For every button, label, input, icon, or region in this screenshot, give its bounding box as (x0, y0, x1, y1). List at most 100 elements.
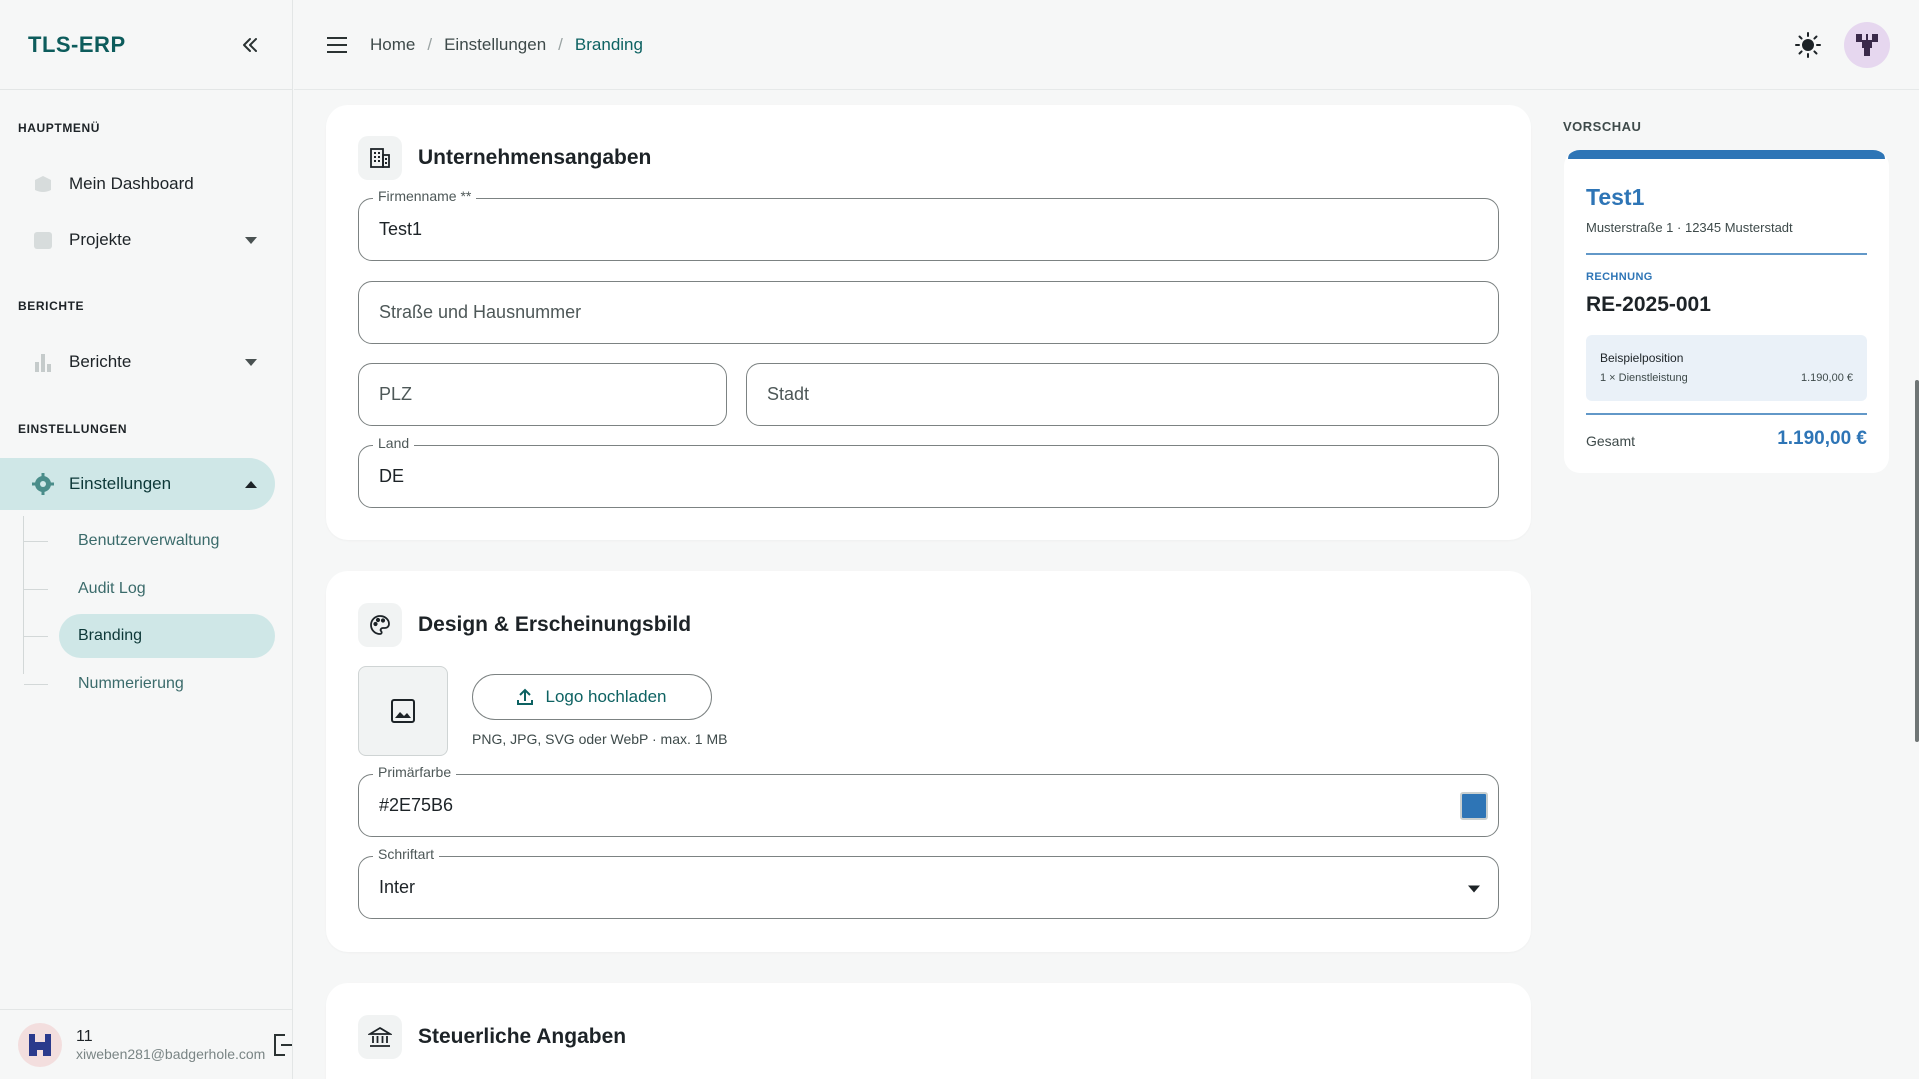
card-title: Design & Erscheinungsbild (418, 613, 692, 636)
preview-label: VORSCHAU (1563, 119, 1642, 134)
field-placeholder: Straße und Hausnummer (379, 302, 582, 322)
city-field[interactable]: Stadt (746, 363, 1499, 426)
bank-icon (358, 1015, 402, 1059)
breadcrumb: Home / Einstellungen / Branding (370, 35, 643, 55)
user-email: xiweben281@badgerhole.com (76, 1045, 266, 1062)
field-value: Inter (379, 877, 416, 897)
subnav-tick (24, 636, 48, 637)
scrollbar[interactable] (1915, 380, 1919, 742)
section-label-reports: BERICHTE (18, 299, 85, 313)
menu-button[interactable] (324, 32, 350, 58)
button-label: Logo hochladen (545, 687, 667, 706)
sidebar-item-label: Berichte (69, 352, 132, 371)
breadcrumb-settings[interactable]: Einstellungen (444, 35, 546, 55)
zip-field[interactable]: PLZ (358, 363, 727, 426)
tax-card: Steuerliche Angaben (326, 983, 1531, 1079)
line-item-amount: 1.190,00 € (1801, 372, 1853, 384)
user-profile: 11 xiweben281@badgerhole.com (0, 1009, 293, 1079)
sidebar-subitem-users[interactable]: Benutzerverwaltung (59, 519, 275, 563)
theme-toggle-button[interactable] (1793, 30, 1823, 60)
identicon-icon (1856, 34, 1878, 56)
preview-accent-bar (1568, 150, 1885, 159)
sidebar-item-reports[interactable]: Berichte (0, 336, 275, 388)
preview-total: 1.190,00 € (1777, 428, 1867, 449)
breadcrumb-home[interactable]: Home (370, 35, 415, 55)
folder-icon (31, 228, 55, 252)
field-value: Test1 (379, 219, 423, 239)
company-card: Unternehmensangaben Firmenname ** Test1 … (326, 105, 1531, 540)
card-header: Unternehmensangaben (358, 136, 651, 180)
sidebar-item-label: Projekte (69, 230, 132, 249)
line-item-desc: 1 × Dienstleistung (1600, 372, 1688, 384)
breadcrumb-separator: / (558, 34, 563, 54)
company-name-field[interactable]: Firmenname ** Test1 (358, 188, 1499, 261)
preview-line-item: Beispielposition 1 × Dienstleistung 1.19… (1586, 335, 1867, 401)
chevron-up-icon (245, 474, 257, 494)
collapse-sidebar-button[interactable] (236, 31, 264, 59)
card-header: Steuerliche Angaben (358, 1015, 626, 1059)
preview-divider (1586, 413, 1867, 415)
sidebar-subitem-branding[interactable]: Branding (59, 614, 275, 658)
building-icon (358, 136, 402, 180)
subnav-tick (24, 541, 48, 542)
image-icon (391, 699, 415, 723)
primary-color-field[interactable]: Primärfarbe #2E75B6 (358, 764, 1499, 837)
sidebar: TLS-ERP HAUPTMENÜ Mein Dashboard Projekt… (0, 0, 293, 1079)
user-name: 11 (76, 1027, 93, 1045)
chevron-down-icon (245, 352, 257, 372)
country-field[interactable]: Land DE (358, 435, 1499, 508)
sidebar-subitem-audit[interactable]: Audit Log (59, 567, 275, 611)
sun-icon (1795, 32, 1821, 58)
field-label: Land (373, 435, 415, 451)
sidebar-item-label: Mein Dashboard (69, 174, 194, 193)
breadcrumb-separator: / (427, 34, 433, 54)
sidebar-item-dashboard[interactable]: Mein Dashboard (0, 158, 275, 210)
color-picker-swatch[interactable] (1460, 791, 1488, 820)
logo-preview[interactable] (358, 666, 448, 756)
field-label: Primärfarbe (373, 764, 457, 780)
chevron-down-icon (245, 230, 257, 250)
field-value: #2E75B6 (379, 795, 454, 815)
card-title: Steuerliche Angaben (418, 1025, 627, 1048)
field-placeholder: Stadt (767, 384, 810, 404)
design-card: Design & Erscheinungsbild Logo hochladen… (326, 571, 1531, 952)
preview-company: Test1 (1586, 184, 1645, 210)
top-bar: Home / Einstellungen / Branding (294, 0, 1919, 90)
font-select[interactable]: Schriftart Inter (358, 846, 1499, 919)
section-label-settings: EINSTELLUNGEN (18, 422, 128, 436)
upload-icon (517, 688, 534, 705)
subnav-tick (24, 589, 48, 590)
avatar[interactable] (1844, 22, 1890, 68)
field-placeholder: PLZ (379, 384, 413, 404)
breadcrumb-current: Branding (574, 34, 643, 54)
logout-icon (274, 1034, 292, 1056)
line-item-title: Beispielposition (1600, 351, 1684, 365)
identicon-icon (29, 1033, 51, 1056)
sidebar-item-label: Einstellungen (69, 474, 172, 493)
sidebar-item-settings[interactable]: Einstellungen (0, 458, 275, 510)
subnav-line (23, 516, 24, 674)
chevron-down-icon (1468, 877, 1480, 898)
street-field[interactable]: Straße und Hausnummer (358, 281, 1499, 344)
preview-total-label: Gesamt (1586, 433, 1636, 449)
card-header: Design & Erscheinungsbild (358, 603, 691, 647)
card-title: Unternehmensangaben (418, 146, 652, 169)
gear-icon (31, 472, 55, 496)
sidebar-header: TLS-ERP (0, 0, 292, 90)
logout-button[interactable] (271, 1032, 293, 1058)
preview-doc-number: RE-2025-001 (1586, 293, 1711, 316)
invoice-preview: Test1 Musterstraße 1 · 12345 Musterstadt… (1564, 150, 1889, 473)
sidebar-subitem-numbering[interactable]: Nummerierung (59, 662, 275, 706)
subnav-tick (24, 684, 48, 685)
upload-logo-button[interactable]: Logo hochladen (472, 674, 712, 720)
hamburger-icon (327, 36, 347, 53)
preview-divider (1586, 253, 1867, 255)
preview-address: Musterstraße 1 · 12345 Musterstadt (1586, 220, 1793, 235)
avatar[interactable] (18, 1022, 62, 1067)
preview-doc-type: RECHNUNG (1586, 271, 1653, 283)
dashboard-icon (31, 172, 55, 196)
section-label-main: HAUPTMENÜ (18, 121, 101, 135)
sidebar-item-projects[interactable]: Projekte (0, 214, 275, 266)
field-value: DE (379, 466, 405, 486)
upload-hint: PNG, JPG, SVG oder WebP · max. 1 MB (472, 731, 728, 747)
